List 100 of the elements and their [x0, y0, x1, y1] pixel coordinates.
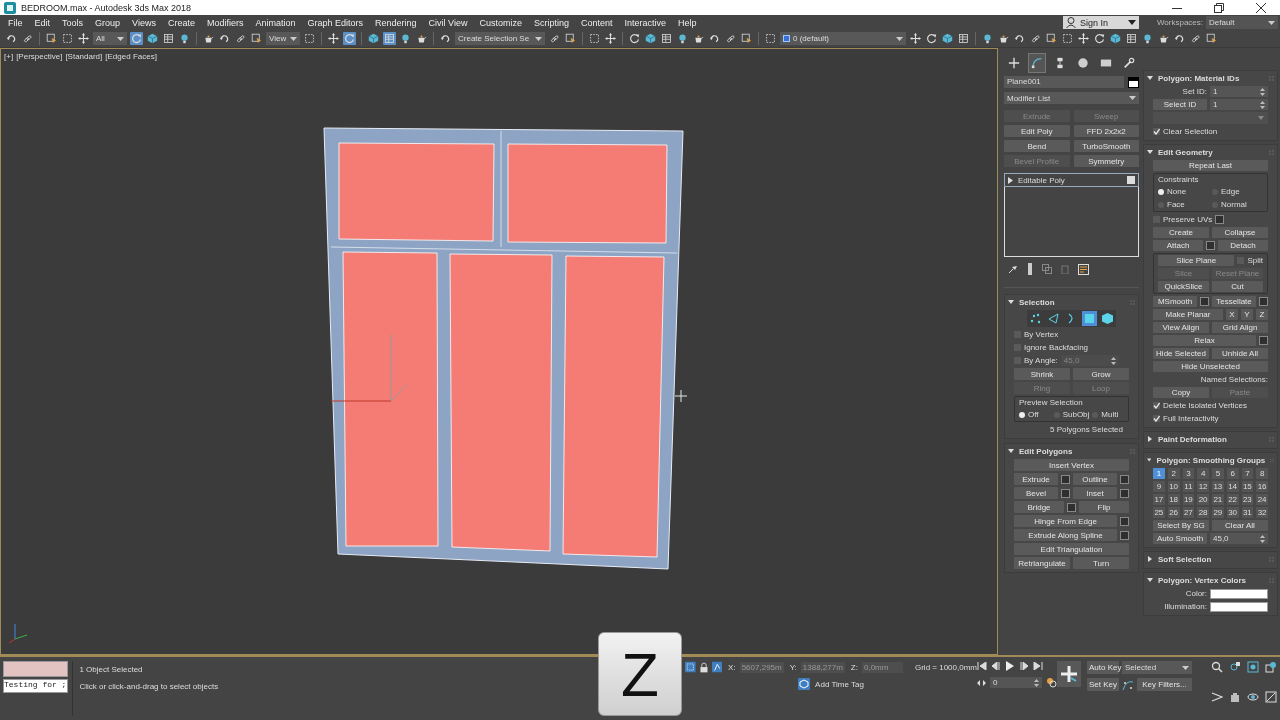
checkbox[interactable]: Delete Isolated Vertices — [1153, 401, 1248, 410]
smoothing-group-button[interactable]: 28 — [1197, 507, 1209, 518]
zoom-icon[interactable] — [1211, 661, 1223, 673]
smoothing-group-button[interactable]: 24 — [1256, 494, 1268, 505]
button[interactable]: Hinge From Edge — [1014, 515, 1117, 527]
orbit-icon[interactable] — [1247, 690, 1259, 703]
smoothing-group-button[interactable]: 10 — [1167, 481, 1180, 492]
key-curve-icon[interactable] — [1122, 678, 1134, 691]
radio-button[interactable]: Face — [1158, 200, 1209, 209]
go-to-end-icon[interactable] — [1033, 662, 1043, 670]
smoothing-group-button[interactable]: 5 — [1212, 468, 1224, 479]
script-input-field[interactable] — [3, 661, 69, 677]
viewport-label[interactable]: [Edged Faces] — [105, 52, 157, 61]
toolbar-dropdown[interactable]: View — [266, 32, 300, 45]
next-frame-icon[interactable] — [1019, 662, 1029, 670]
bulb-icon[interactable] — [178, 32, 191, 45]
set-key-text-button[interactable]: Set Key — [1087, 678, 1119, 691]
button[interactable]: Outline — [1073, 473, 1117, 485]
button[interactable]: Hide Selected — [1153, 348, 1209, 359]
button[interactable]: Collapse — [1212, 227, 1268, 238]
smoothing-group-button[interactable]: 22 — [1226, 494, 1239, 505]
button[interactable]: Copy — [1153, 387, 1209, 398]
grid-table-icon[interactable] — [162, 32, 175, 45]
move-arrows-icon[interactable] — [77, 32, 90, 45]
spinner-arrows-icon[interactable] — [1260, 87, 1265, 96]
zoom-all-icon[interactable] — [1229, 661, 1241, 673]
grid-table-icon[interactable] — [660, 32, 673, 45]
smoothing-group-button[interactable]: 25 — [1153, 507, 1165, 518]
cube-icon[interactable] — [1100, 311, 1115, 326]
menu-item[interactable]: Animation — [249, 17, 302, 28]
smoothing-group-button[interactable]: 14 — [1226, 481, 1239, 492]
move-arrows-icon[interactable] — [1077, 32, 1090, 45]
radio-button[interactable]: Normal — [1212, 200, 1263, 209]
radio-button[interactable]: None — [1158, 187, 1209, 196]
toolbar-dropdown[interactable]: All — [93, 32, 127, 45]
smoothing-group-button[interactable]: 31 — [1241, 507, 1254, 518]
rollout-title[interactable]: Paint Deformation — [1158, 434, 1264, 444]
rollout-title[interactable]: Soft Selection — [1158, 554, 1264, 564]
add-time-tag-button[interactable]: Add Time Tag — [798, 678, 864, 690]
smoothing-group-button[interactable]: 29 — [1212, 507, 1224, 518]
button[interactable]: Make Planar — [1153, 309, 1223, 320]
menu-item[interactable]: Create — [161, 17, 201, 28]
dashed-square-icon[interactable] — [1061, 32, 1074, 45]
set-key-button[interactable] — [1057, 661, 1081, 687]
viewport-label[interactable]: [+] — [4, 52, 14, 61]
smoothing-group-button[interactable]: 15 — [1241, 481, 1254, 492]
settings-button[interactable] — [1200, 297, 1209, 306]
chain-icon[interactable] — [548, 32, 561, 45]
color-swatch[interactable] — [1210, 601, 1268, 612]
triangle-outline-icon[interactable] — [1046, 311, 1061, 326]
menu-item[interactable]: Edit — [28, 17, 57, 28]
viewport-label[interactable]: [Perspective] — [16, 52, 63, 61]
smoothing-group-button[interactable]: 32 — [1256, 507, 1268, 518]
rollout-title[interactable]: Selection — [1019, 297, 1125, 307]
rollout-title[interactable]: Edit Geometry — [1158, 147, 1264, 157]
curved-arrow-icon[interactable] — [218, 32, 231, 45]
button[interactable]: Turn — [1073, 557, 1129, 569]
grid-table-icon[interactable] — [1125, 32, 1138, 45]
modifier-stack-list[interactable]: Editable Poly — [1004, 173, 1139, 257]
menu-item[interactable]: Help — [672, 17, 703, 28]
axis-button[interactable]: Z — [1256, 309, 1268, 320]
settings-button[interactable] — [1259, 336, 1268, 345]
axis-button[interactable]: Y — [1241, 309, 1253, 320]
curved-arrow-icon[interactable] — [708, 32, 721, 45]
dashed-square-icon[interactable] — [61, 32, 74, 45]
down-triangle-icon[interactable] — [1008, 299, 1014, 305]
radio-button[interactable]: Edge — [1212, 187, 1263, 196]
move-arrows-icon[interactable] — [604, 32, 617, 45]
lock-icon[interactable] — [699, 661, 708, 673]
menu-item[interactable]: Group — [89, 17, 127, 28]
config-icon[interactable] — [1078, 263, 1089, 275]
button[interactable]: Create — [1153, 227, 1209, 238]
button[interactable]: QuickSlice — [1158, 281, 1209, 292]
right-triangle-icon[interactable] — [1147, 556, 1153, 562]
button[interactable]: Inset — [1073, 487, 1117, 499]
smoothing-group-button[interactable]: 4 — [1197, 468, 1209, 479]
settings-button[interactable] — [1259, 297, 1268, 306]
bulb-icon[interactable] — [1141, 32, 1154, 45]
previous-frame-icon[interactable] — [991, 662, 1001, 670]
button[interactable]: Grid Align — [1212, 322, 1268, 333]
modifier-button[interactable]: TurboSmooth — [1073, 140, 1139, 152]
menu-item[interactable]: Modifiers — [200, 17, 250, 28]
checkbox[interactable]: By Angle: — [1014, 356, 1058, 365]
chain-icon[interactable] — [21, 32, 34, 45]
modifier-button[interactable]: Symmetry — [1073, 155, 1139, 167]
vertex-dots-icon[interactable] — [1028, 311, 1043, 326]
rotate-icon[interactable] — [1093, 32, 1106, 45]
smoothing-group-button[interactable]: 2 — [1167, 468, 1180, 479]
menu-item[interactable]: Rendering — [369, 17, 423, 28]
rollout-title[interactable]: Edit Polygons — [1019, 446, 1125, 456]
cursor-box-icon[interactable] — [1045, 32, 1058, 45]
menu-item[interactable]: Civil View — [422, 17, 474, 28]
menu-item[interactable]: Scripting — [527, 17, 575, 28]
pin-icon[interactable] — [1008, 264, 1018, 274]
menu-item[interactable]: Interactive — [618, 17, 672, 28]
checkbox[interactable]: Preserve UVs — [1153, 215, 1213, 224]
zoom-extents-icon[interactable] — [1247, 661, 1259, 673]
button[interactable]: Relax — [1153, 335, 1256, 346]
checkbox[interactable]: By Vertex — [1014, 330, 1059, 339]
checkbox[interactable]: Full Interactivity — [1153, 414, 1219, 423]
